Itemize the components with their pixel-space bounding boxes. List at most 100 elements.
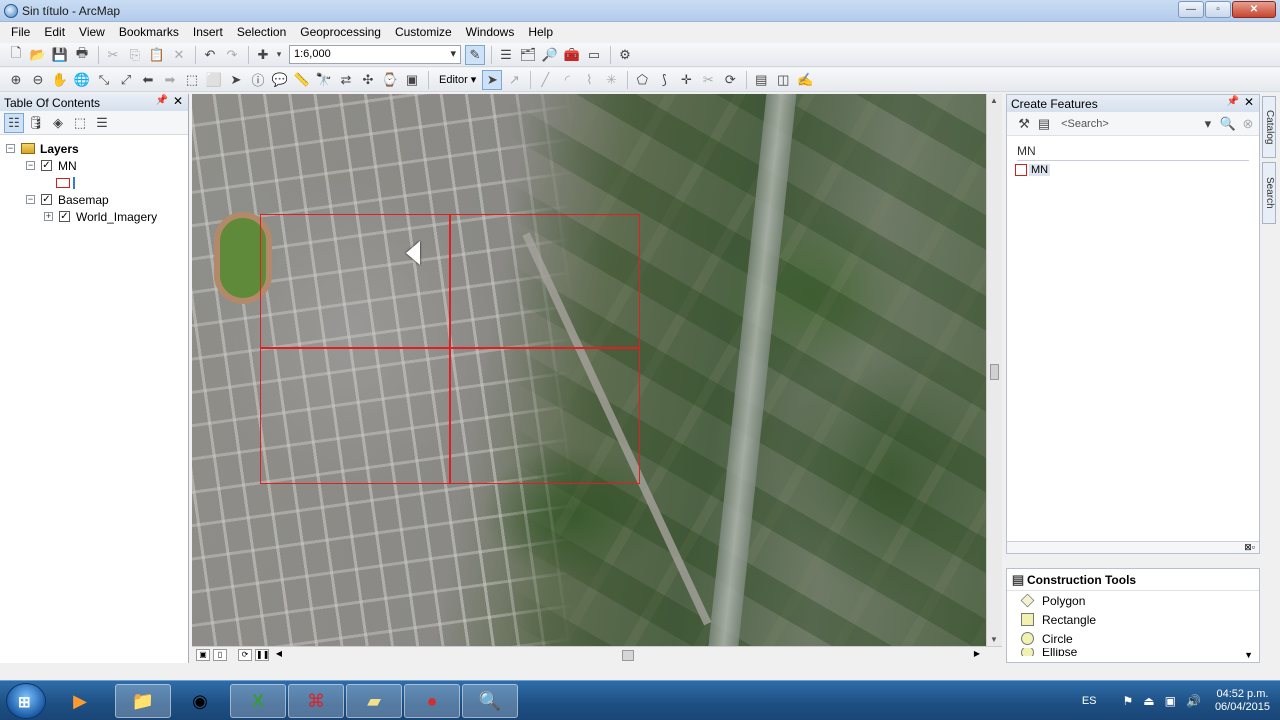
new-document-icon[interactable]: 🗋 xyxy=(6,45,26,65)
clock[interactable]: 04:52 p.m. 06/04/2015 xyxy=(1215,688,1270,714)
taskbar-notes[interactable]: ▰ xyxy=(346,684,402,718)
find-binoculars-icon[interactable]: 🔭 xyxy=(314,70,334,90)
identify-icon[interactable]: ⓘ xyxy=(248,70,268,90)
taskbar-excel[interactable]: X xyxy=(230,684,286,718)
forward-arrow-icon[interactable]: ➡ xyxy=(160,70,180,90)
clear-search-icon[interactable]: ⊗ xyxy=(1239,114,1257,134)
scroll-down-icon[interactable]: ▼ xyxy=(990,635,998,644)
panel-splitter[interactable]: ⊠▫ xyxy=(1007,541,1259,553)
tree-row-mn[interactable]: − ✓ MN xyxy=(6,157,188,174)
grid-polygon[interactable] xyxy=(260,348,450,484)
undo-icon[interactable]: ↶ xyxy=(200,45,220,65)
create-features-close-icon[interactable]: ✕ xyxy=(1244,95,1254,109)
action-center-flag-icon[interactable]: ⚑ xyxy=(1123,694,1134,708)
menu-customize[interactable]: Customize xyxy=(388,25,459,39)
taskbar-acrobat[interactable]: ⌘ xyxy=(288,684,344,718)
taskbar-chrome[interactable]: ◉ xyxy=(172,684,228,718)
cut-polygons-icon[interactable]: ✛ xyxy=(676,70,696,90)
redo-icon[interactable]: ↷ xyxy=(222,45,242,65)
maximize-button[interactable]: ▫ xyxy=(1205,1,1231,18)
menu-selection[interactable]: Selection xyxy=(230,25,293,39)
edit-vertices-icon[interactable]: ⬠ xyxy=(632,70,652,90)
scroll-up-icon[interactable]: ▲ xyxy=(990,96,998,105)
collapse-icon[interactable]: − xyxy=(26,195,35,204)
catalog-window-icon[interactable]: 🗂 xyxy=(518,45,538,65)
straight-segment-icon[interactable]: ╱ xyxy=(535,70,555,90)
layer-visibility-checkbox[interactable]: ✓ xyxy=(41,160,52,171)
point-icon[interactable]: ✳ xyxy=(601,70,621,90)
open-folder-icon[interactable]: 📂 xyxy=(28,45,48,65)
editor-toolbar-icon[interactable]: ✎ xyxy=(465,44,485,65)
tree-row-mn-symbol[interactable] xyxy=(6,174,188,191)
cut-icon[interactable]: ✂ xyxy=(103,45,123,65)
back-arrow-icon[interactable]: ⬅ xyxy=(138,70,158,90)
close-button[interactable]: ✕ xyxy=(1232,1,1276,18)
list-by-selection-icon[interactable]: ⬚ xyxy=(70,113,90,133)
construction-tool-circle[interactable]: Circle xyxy=(1007,629,1259,648)
reshape-feature-icon[interactable]: ⟆ xyxy=(654,70,674,90)
feature-template-mn[interactable]: MN xyxy=(1015,164,1259,176)
layout-view-icon[interactable]: ▯ xyxy=(213,649,227,661)
pin-icon[interactable]: 📌 xyxy=(1227,96,1239,107)
scroll-down-icon[interactable]: ▼ xyxy=(1244,650,1253,660)
search-window-icon[interactable]: 🔎 xyxy=(540,45,560,65)
data-view-icon[interactable]: ▣ xyxy=(196,649,210,661)
tree-row-basemap[interactable]: − ✓ Basemap xyxy=(6,191,188,208)
end-point-arc-icon[interactable]: ◜ xyxy=(557,70,577,90)
create-features-window-icon[interactable]: ✍ xyxy=(795,70,815,90)
menu-insert[interactable]: Insert xyxy=(186,25,230,39)
trace-icon[interactable]: ⌇ xyxy=(579,70,599,90)
grid-polygon[interactable] xyxy=(260,214,450,348)
model-builder-icon[interactable]: ⚙ xyxy=(615,45,635,65)
editor-menu-button[interactable]: Editor ▾ xyxy=(435,73,480,86)
tree-row-layers[interactable]: − Layers xyxy=(6,140,188,157)
find-route-icon[interactable]: ⇄ xyxy=(336,70,356,90)
toc-options-icon[interactable]: ☰ xyxy=(92,113,112,133)
zoom-out-icon[interactable]: ⊖ xyxy=(28,70,48,90)
usb-device-icon[interactable]: ⏏ xyxy=(1143,694,1154,708)
attributes-icon[interactable]: ▤ xyxy=(751,70,771,90)
scroll-thumb[interactable] xyxy=(990,364,999,380)
collapse-icon[interactable]: − xyxy=(6,144,15,153)
list-by-source-icon[interactable]: 🛢 xyxy=(26,113,46,133)
delete-icon[interactable]: ✕ xyxy=(169,45,189,65)
menu-help[interactable]: Help xyxy=(521,25,560,39)
volume-icon[interactable]: 🔊 xyxy=(1186,694,1201,708)
expand-icon[interactable]: + xyxy=(44,212,53,221)
list-by-drawing-order-icon[interactable]: ☷ xyxy=(4,112,24,133)
network-icon[interactable]: ▣ xyxy=(1165,694,1176,708)
menu-geoprocessing[interactable]: Geoprocessing xyxy=(293,25,388,39)
python-window-icon[interactable]: ▭ xyxy=(584,45,604,65)
save-icon[interactable]: 💾 xyxy=(50,45,70,65)
menu-edit[interactable]: Edit xyxy=(37,25,72,39)
copy-icon[interactable]: ⎘ xyxy=(125,45,145,65)
zoom-in-icon[interactable]: ⊕ xyxy=(6,70,26,90)
construction-tool-polygon[interactable]: Polygon xyxy=(1007,591,1259,610)
add-data-icon[interactable]: ✚ xyxy=(253,45,273,65)
split-tool-icon[interactable]: ✂ xyxy=(698,70,718,90)
measure-icon[interactable]: 📏 xyxy=(292,70,312,90)
language-indicator[interactable]: ES xyxy=(1082,695,1097,707)
grid-polygon[interactable] xyxy=(450,348,640,484)
pin-icon[interactable]: 📌 xyxy=(156,95,168,106)
menu-file[interactable]: File xyxy=(4,25,37,39)
menu-view[interactable]: View xyxy=(72,25,112,39)
scroll-right-icon[interactable]: ▶ xyxy=(974,649,980,658)
map-vertical-scrollbar[interactable]: ▲ ▼ xyxy=(986,94,1002,646)
fixed-zoom-in-icon[interactable]: ⤡ xyxy=(94,70,114,90)
add-data-dropdown-icon[interactable]: ▾ xyxy=(275,45,283,65)
search-tab[interactable]: Search xyxy=(1262,162,1276,224)
menu-bookmarks[interactable]: Bookmarks xyxy=(112,25,186,39)
taskbar-recorder[interactable]: ● xyxy=(404,684,460,718)
pause-drawing-icon[interactable]: ❚❚ xyxy=(255,649,269,661)
scroll-left-icon[interactable]: ◀ xyxy=(272,649,286,661)
rotate-tool-icon[interactable]: ⟳ xyxy=(720,70,740,90)
search-dropdown-icon[interactable]: ▾ xyxy=(1199,114,1217,134)
catalog-tab[interactable]: Catalog xyxy=(1262,96,1276,158)
start-button[interactable]: ⊞ xyxy=(6,683,46,719)
paste-icon[interactable]: 📋 xyxy=(147,45,167,65)
create-viewer-window-icon[interactable]: ▣ xyxy=(402,70,422,90)
layer-visibility-checkbox[interactable]: ✓ xyxy=(41,194,52,205)
search-icon[interactable]: 🔍 xyxy=(1219,114,1237,134)
clear-selection-icon[interactable]: ⬜ xyxy=(204,70,224,90)
